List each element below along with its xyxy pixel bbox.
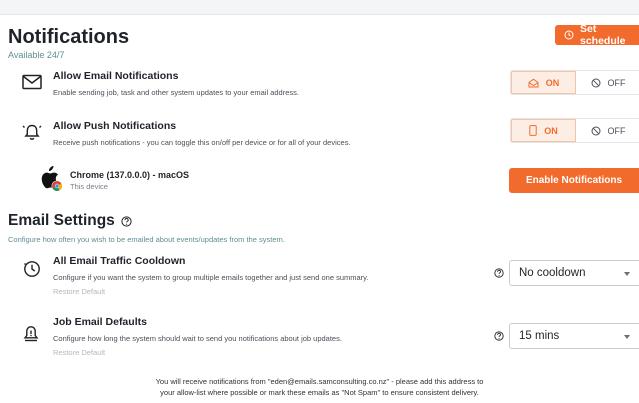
envelope-open-icon — [528, 78, 539, 88]
set-schedule-button[interactable]: Set schedule — [555, 23, 639, 47]
email-settings-heading: Email Settings — [8, 212, 132, 230]
job-email-restore-default-link[interactable]: Restore Default — [53, 348, 105, 357]
email-on-label: ON — [545, 77, 560, 88]
email-notifications-description: Enable sending job, task and other syste… — [53, 88, 299, 97]
apple-chrome-device-icon — [38, 166, 64, 192]
job-email-title: Job Email Defaults — [53, 316, 147, 328]
cooldown-select-value: No cooldown — [519, 267, 586, 279]
envelope-icon — [22, 74, 42, 90]
push-off-label: OFF — [607, 125, 626, 136]
email-off-button[interactable]: OFF — [576, 71, 639, 94]
footer-notice: You will receive notifications from "ede… — [0, 376, 639, 398]
job-email-description: Configure how long the system should wai… — [53, 334, 342, 343]
enable-notifications-button[interactable]: Enable Notifications — [509, 168, 639, 193]
cooldown-help-icon[interactable] — [494, 268, 504, 278]
push-on-label: ON — [544, 125, 558, 136]
email-on-button[interactable]: ON — [511, 71, 576, 94]
push-off-button[interactable]: OFF — [576, 119, 639, 142]
push-notifications-toggle: ON OFF — [510, 118, 639, 143]
job-email-select-value: 15 mins — [519, 330, 560, 342]
cooldown-title: All Email Traffic Cooldown — [53, 255, 186, 267]
footer-line-1: You will receive notifications from "ede… — [155, 377, 484, 386]
device-name: Chrome (137.0.0.0) - macOS — [70, 170, 190, 180]
email-notifications-title: Allow Email Notifications — [53, 70, 179, 82]
chevron-down-icon — [624, 335, 630, 339]
timer-icon — [23, 260, 41, 278]
set-schedule-label: Set schedule — [580, 23, 626, 47]
device-note: This device — [70, 182, 108, 191]
email-off-label: OFF — [607, 77, 626, 88]
push-on-button[interactable]: ON — [511, 119, 576, 142]
cooldown-restore-default-link[interactable]: Restore Default — [53, 287, 105, 296]
chevron-down-icon — [624, 272, 630, 276]
mobile-phone-icon — [529, 125, 537, 136]
email-settings-subtitle: Configure how often you wish to be email… — [8, 235, 285, 244]
ban-icon — [591, 78, 601, 88]
job-email-select[interactable]: 15 mins — [509, 323, 639, 349]
clock-icon — [564, 30, 574, 40]
cooldown-description: Configure if you want the system to grou… — [53, 273, 369, 282]
page-title: Notifications — [8, 26, 130, 48]
cooldown-select[interactable]: No cooldown — [509, 260, 639, 286]
push-notifications-title: Allow Push Notifications — [53, 120, 177, 132]
help-icon[interactable] — [121, 215, 132, 227]
ban-icon — [591, 126, 601, 136]
email-notifications-toggle: ON OFF — [510, 70, 639, 95]
bell-alert-icon — [23, 325, 39, 343]
job-email-help-icon[interactable] — [494, 331, 504, 341]
page-subtitle: Available 24/7 — [8, 50, 65, 60]
footer-line-2: your allow-list where possible or mark t… — [160, 388, 479, 397]
bell-ringing-icon — [22, 122, 42, 142]
push-notifications-description: Receive push notifications - you can tog… — [53, 138, 351, 147]
email-settings-title: Email Settings — [8, 212, 115, 229]
